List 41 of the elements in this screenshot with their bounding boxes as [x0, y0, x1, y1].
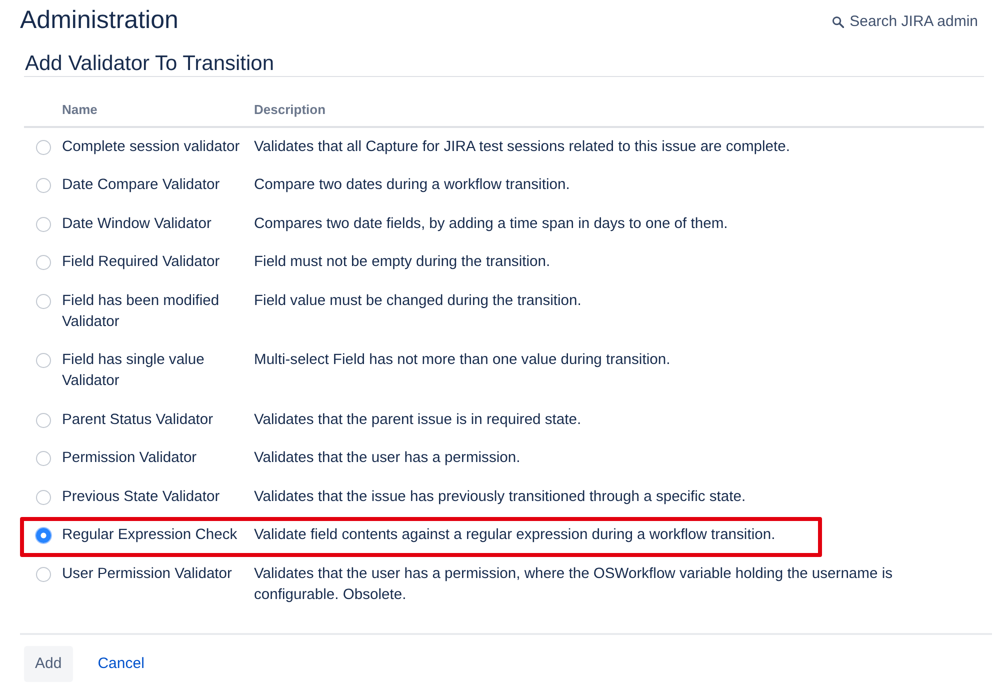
validator-description: Validate field contents against a regular expression during a workflow transition. — [254, 526, 776, 546]
column-header: Name — [62, 101, 98, 119]
radio-button[interactable] — [36, 566, 51, 582]
radio-button[interactable] — [36, 353, 51, 368]
radio-button[interactable] — [36, 294, 51, 309]
validator-name: Regular Expression Check — [62, 526, 238, 546]
validator-name: Date Window Validator — [62, 214, 212, 234]
radio-button[interactable] — [36, 451, 51, 466]
validator-description: Validates that the issue has previously transitioned through a specific state. — [254, 488, 747, 507]
validator-description: Validates that all Capture for JIRA test sessions related to this issue are complete. — [254, 138, 791, 157]
column-header: Description — [254, 101, 327, 119]
validator-name: Parent Status Validator — [62, 410, 214, 430]
radio-button[interactable] — [36, 490, 51, 505]
search-icon — [832, 16, 844, 28]
validator-description: Field must not be empty during the transition. — [254, 253, 552, 272]
radio-button[interactable] — [36, 528, 51, 544]
validator-description: Validates that the user has a permission, where the OSWorkflow variable holding the username is configurable. Obsolete. — [254, 564, 894, 605]
validator-description: Validates that the user has a permission. — [254, 449, 522, 468]
radio-button[interactable] — [36, 140, 51, 155]
page-title: Administration — [20, 5, 178, 35]
validator-name: User Permission Validator — [62, 564, 233, 584]
validator-description: Compares two date fields, by adding a time span in days to one of them. — [254, 214, 729, 234]
add-button[interactable]: Add — [24, 646, 73, 682]
validator-description: Compare two dates during a workflow transition. — [254, 176, 571, 196]
radio-button[interactable] — [36, 216, 51, 232]
validator-name: Complete session validator — [62, 138, 241, 157]
validator-description: Field value must be changed during the transition. — [254, 292, 582, 311]
validator-description: Validates that the parent issue is in required state. — [254, 410, 582, 430]
section-title: Add Validator To Transition — [24, 51, 984, 77]
search-link[interactable]: Search JIRA admin — [832, 12, 978, 32]
validator-name: Permission Validator — [62, 449, 198, 468]
radio-button[interactable] — [36, 255, 51, 270]
validator-name: Field Required Validator — [62, 253, 221, 272]
radio-button[interactable] — [36, 412, 51, 428]
radio-button[interactable] — [36, 178, 51, 194]
cancel-link[interactable]: Cancel — [98, 646, 144, 682]
validator-description: Multi-select Field has not more than one value during transition. — [254, 351, 672, 370]
validator-name: Date Compare Validator — [62, 176, 221, 196]
validator-name: Field has single value Validator — [62, 351, 206, 392]
validator-name: Field has been modified Validator — [62, 292, 220, 332]
validator-name: Previous State Validator — [62, 488, 221, 507]
